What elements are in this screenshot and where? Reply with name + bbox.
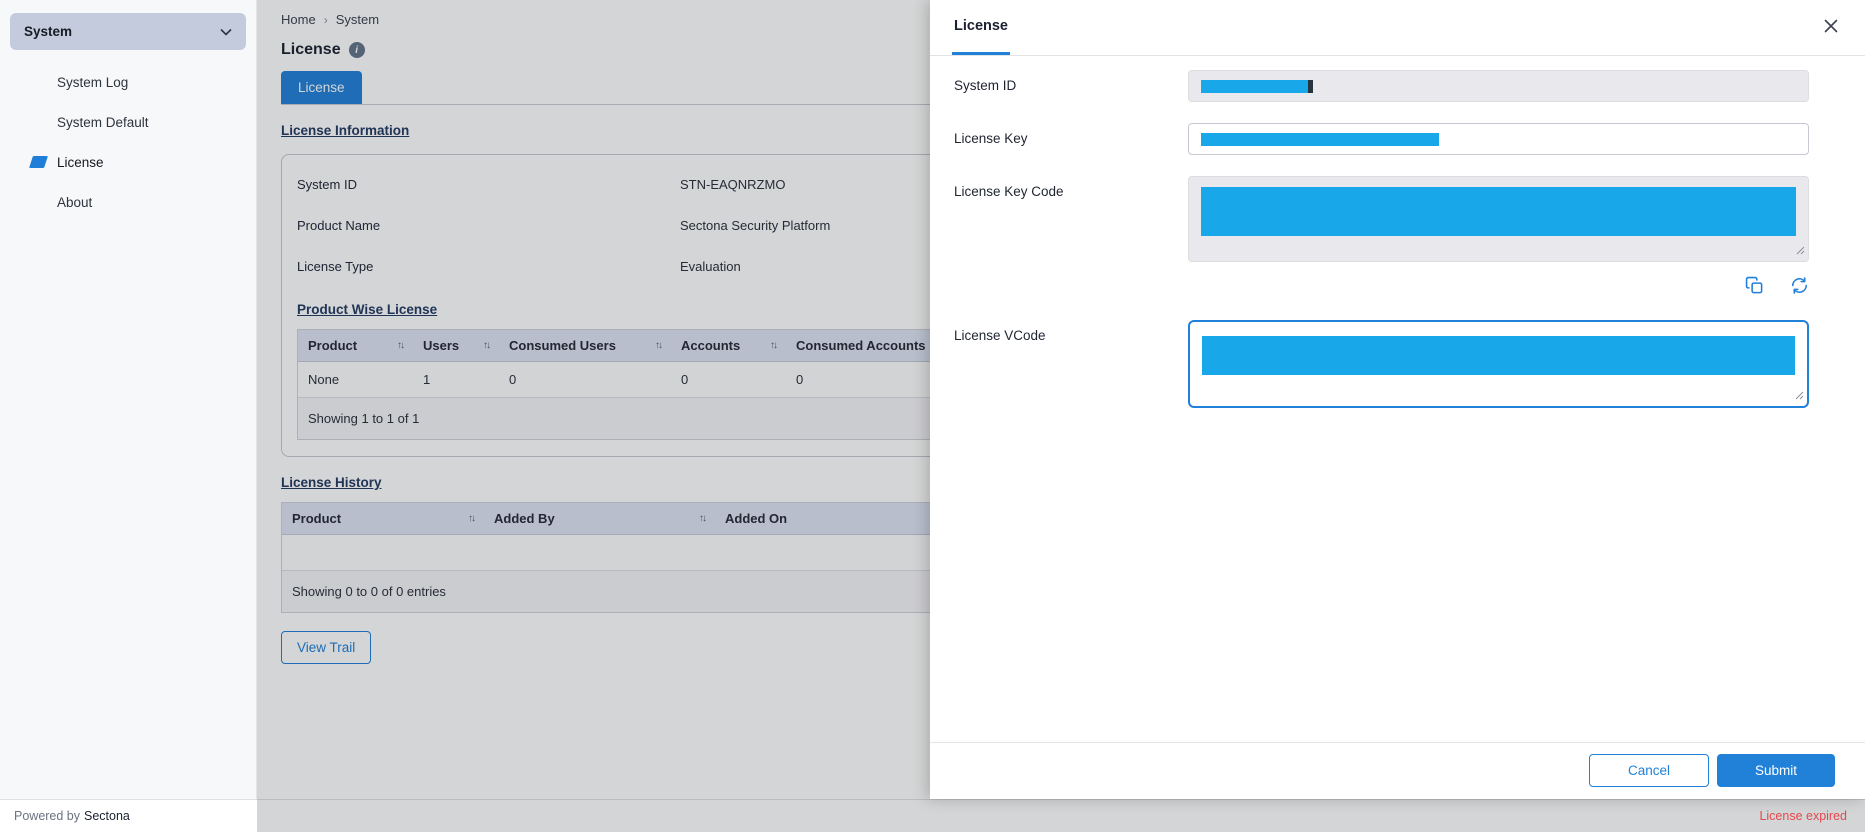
license-key-code-textarea [1188, 176, 1809, 262]
sidebar-item-license[interactable]: License [0, 142, 256, 182]
sidebar-item-about[interactable]: About [0, 182, 256, 222]
license-key-code-control [1188, 176, 1809, 262]
license-vcode-control [1188, 320, 1809, 408]
redacted-system-id-value [1201, 80, 1308, 93]
copy-button[interactable] [1745, 276, 1764, 298]
system-module-dropdown[interactable]: System [10, 13, 246, 50]
license-drawer: License System ID License Key [930, 0, 1865, 799]
redacted-license-key-code-value [1201, 187, 1796, 236]
license-vcode-label: License VCode [954, 320, 1188, 408]
copy-icon [1745, 276, 1764, 298]
sidebar-item-label: System Log [57, 75, 128, 90]
drawer-title: License [952, 0, 1010, 55]
close-icon [1823, 18, 1839, 37]
form-row-system-id: System ID [954, 70, 1809, 102]
powered-by-text: Powered by [14, 809, 80, 823]
cancel-button[interactable]: Cancel [1589, 754, 1709, 787]
sidebar-item-label: About [57, 195, 92, 210]
system-id-control [1188, 70, 1809, 102]
system-id-label: System ID [954, 70, 1188, 102]
drawer-header: License [930, 0, 1865, 56]
redacted-license-key-value [1201, 133, 1439, 146]
sidebar-item-system-log[interactable]: System Log [0, 62, 256, 102]
redacted-license-vcode-value [1202, 336, 1795, 375]
powered-by: Powered by Sectona [14, 809, 130, 823]
app-root: System System Log System Default License… [0, 0, 1865, 832]
sidebar-item-system-default[interactable]: System Default [0, 102, 256, 142]
redaction-end-cap [1308, 80, 1313, 93]
license-key-input[interactable] [1188, 123, 1809, 155]
drawer-footer: Cancel Submit [930, 742, 1865, 799]
sidebar-nav: System Log System Default License About [0, 62, 256, 222]
license-expired-status: License expired [1759, 809, 1847, 823]
sectona-logo-icon [31, 156, 57, 168]
form-row-license-key-code: License Key Code [954, 176, 1809, 262]
system-id-input [1188, 70, 1809, 102]
license-key-code-label: License Key Code [954, 176, 1188, 262]
resize-grip-icon[interactable] [1796, 243, 1805, 258]
refresh-icon [1790, 276, 1809, 298]
license-key-code-actions [954, 276, 1809, 298]
form-row-license-vcode: License VCode [954, 320, 1809, 408]
sidebar: System System Log System Default License… [0, 0, 257, 799]
system-dropdown-label: System [24, 24, 72, 39]
drawer-body: System ID License Key License Key C [930, 56, 1865, 742]
resize-grip-icon[interactable] [1795, 388, 1804, 403]
chevron-down-icon [220, 24, 232, 39]
form-row-license-key: License Key [954, 123, 1809, 155]
license-key-control [1188, 123, 1809, 155]
close-button[interactable] [1819, 14, 1843, 41]
license-key-label: License Key [954, 123, 1188, 155]
sidebar-item-label: License [57, 155, 104, 170]
brand-name: Sectona [84, 809, 130, 823]
refresh-button[interactable] [1790, 276, 1809, 298]
submit-button[interactable]: Submit [1717, 754, 1835, 787]
license-vcode-textarea[interactable] [1188, 320, 1809, 408]
sidebar-item-label: System Default [57, 115, 149, 130]
